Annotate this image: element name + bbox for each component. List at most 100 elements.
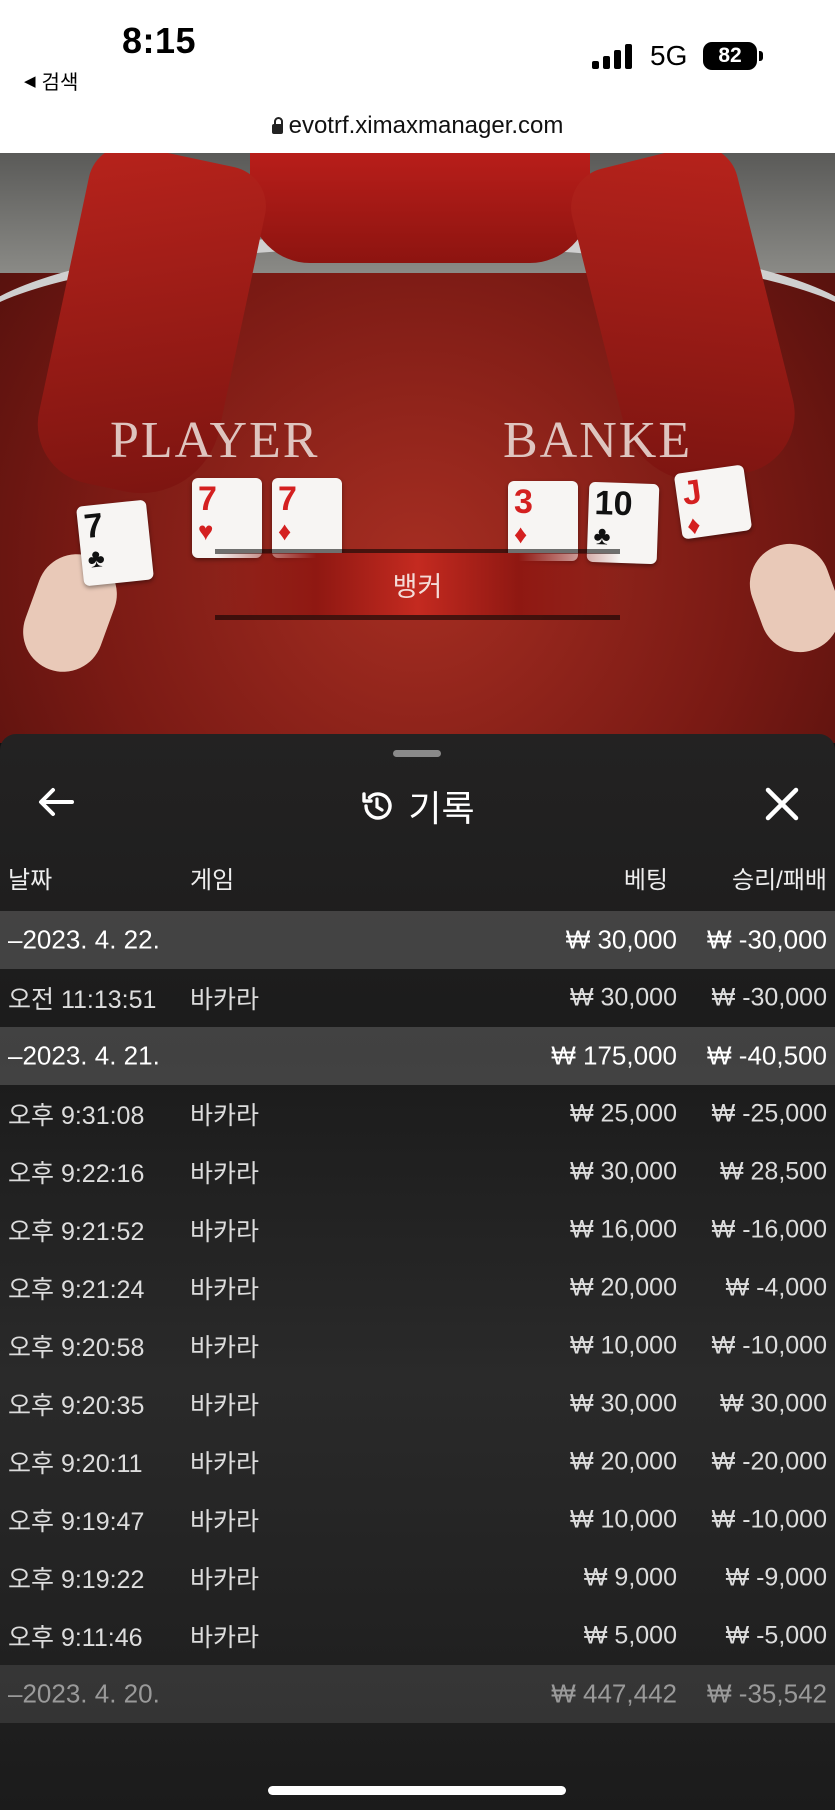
history-date-group-row[interactable]: –2023. 4. 20. ₩ 447,442 ₩ -35,542 xyxy=(0,1665,835,1723)
signal-icon xyxy=(592,43,636,69)
row-time: 오후 9:20:11 xyxy=(8,1450,143,1478)
row-winloss: ₩ -9,000 xyxy=(725,1563,827,1592)
column-game: 게임 xyxy=(190,867,235,894)
url-text: evotrf.ximaxmanager.com xyxy=(288,112,564,139)
row-game: 바카라 xyxy=(190,1334,260,1362)
battery-tip xyxy=(759,51,763,61)
row-bet: ₩ 9,000 xyxy=(583,1563,677,1592)
round-result-banner: 뱅커 xyxy=(215,553,620,615)
row-winloss: ₩ -25,000 xyxy=(711,1099,827,1128)
banker-card-3: J ♦ xyxy=(673,464,753,541)
history-date-group-row[interactable]: –2023. 4. 21. ₩ 175,000 ₩ -40,500 xyxy=(0,1027,835,1085)
row-bet: ₩ 30,000 xyxy=(565,924,677,955)
close-icon[interactable] xyxy=(765,778,799,832)
row-winloss: ₩ -10,000 xyxy=(711,1505,827,1534)
row-time: 오후 9:19:47 xyxy=(8,1508,145,1536)
diamond-icon: ♦ xyxy=(684,509,703,541)
row-time: 오후 9:31:08 xyxy=(8,1102,145,1130)
battery-level: 82 xyxy=(718,44,742,67)
column-date: 날짜 xyxy=(8,867,53,894)
row-winloss: ₩ -16,000 xyxy=(711,1215,827,1244)
history-row: 오후 9:20:11 바카라 ₩ 20,000 ₩ -20,000 xyxy=(0,1433,835,1491)
history-row: 오후 9:22:16 바카라 ₩ 30,000 ₩ 28,500 xyxy=(0,1143,835,1201)
player-table-label: PLAYER xyxy=(110,412,320,469)
column-winloss: 승리/패배 xyxy=(732,867,827,894)
group-date: –2023. 4. 21. xyxy=(8,1040,160,1071)
row-winloss: ₩ -20,000 xyxy=(711,1447,827,1476)
row-game: 바카라 xyxy=(190,1160,260,1188)
card-rank: 3 xyxy=(514,483,533,521)
history-row: 오후 9:19:47 바카라 ₩ 10,000 ₩ -10,000 xyxy=(0,1491,835,1549)
history-row: 오후 9:20:35 바카라 ₩ 30,000 ₩ 30,000 xyxy=(0,1375,835,1433)
row-game: 바카라 xyxy=(190,986,260,1014)
row-game: 바카라 xyxy=(190,1102,260,1130)
live-game-video: PLAYER BANKE 7 ♣ 7 ♥ 7 ♦ 3 ♦ 10 ♣ J ♦ 뱅커 xyxy=(0,153,835,743)
history-row: 오후 9:20:58 바카라 ₩ 10,000 ₩ -10,000 xyxy=(0,1317,835,1375)
row-winloss: ₩ -35,542 xyxy=(707,1678,827,1709)
row-winloss: ₩ -30,000 xyxy=(707,924,827,955)
club-icon: ♣ xyxy=(85,542,107,574)
row-time: 오후 9:19:22 xyxy=(8,1566,145,1594)
back-to-search-label: 검색 xyxy=(41,72,79,94)
diamond-icon: ♦ xyxy=(278,516,292,546)
row-winloss: ₩ -30,000 xyxy=(711,983,827,1012)
row-time: 오후 9:22:16 xyxy=(8,1160,145,1188)
history-row: 오후 9:31:08 바카라 ₩ 25,000 ₩ -25,000 xyxy=(0,1085,835,1143)
row-bet: ₩ 30,000 xyxy=(569,983,677,1012)
history-row: 오후 9:21:24 바카라 ₩ 20,000 ₩ -4,000 xyxy=(0,1259,835,1317)
row-bet: ₩ 20,000 xyxy=(569,1273,677,1302)
row-winloss: ₩ 30,000 xyxy=(719,1389,827,1418)
row-bet: ₩ 175,000 xyxy=(551,1040,677,1071)
result-bar-bottom-line xyxy=(215,615,620,620)
row-game: 바카라 xyxy=(190,1566,260,1594)
row-bet: ₩ 5,000 xyxy=(583,1621,677,1650)
row-winloss: ₩ -4,000 xyxy=(725,1273,827,1302)
diamond-icon: ♦ xyxy=(514,519,528,549)
card-rank: 10 xyxy=(594,484,634,524)
row-winloss: ₩ -40,500 xyxy=(707,1040,827,1071)
address-bar[interactable]: evotrf.ximaxmanager.com xyxy=(0,112,835,140)
history-title-text: 기록 xyxy=(408,788,475,829)
status-bar: 8:15 ◀ 검색 5G 82 evotrf.ximaxmanager.com xyxy=(0,0,835,153)
row-game: 바카라 xyxy=(190,1392,260,1420)
status-time: 8:15 xyxy=(122,20,197,61)
group-date: –2023. 4. 22. xyxy=(8,924,160,955)
history-date-group-row[interactable]: –2023. 4. 22. ₩ 30,000 ₩ -30,000 xyxy=(0,911,835,969)
player-card-2: 7 ♥ xyxy=(192,478,262,558)
dealer-figure xyxy=(250,153,590,263)
row-time: 오전 11:13:51 xyxy=(8,986,157,1014)
row-time: 오후 9:20:58 xyxy=(8,1334,145,1362)
row-winloss: ₩ -5,000 xyxy=(725,1621,827,1650)
column-bet: 베팅 xyxy=(623,867,668,894)
network-type: 5G xyxy=(650,40,688,71)
history-row: 오전 11:13:51 바카라 ₩ 30,000 ₩ -30,000 xyxy=(0,969,835,1027)
history-column-headers: 날짜 게임 베팅 승리/패배 xyxy=(0,860,835,900)
row-time: 오후 9:11:46 xyxy=(8,1624,143,1652)
banker-table-label: BANKE xyxy=(503,412,693,469)
card-rank: J xyxy=(679,472,704,513)
card-rank: 7 xyxy=(82,506,105,547)
player-card-1: 7 ♣ xyxy=(76,499,154,587)
lock-icon xyxy=(271,117,283,134)
player-card-3: 7 ♦ xyxy=(272,478,342,558)
sheet-drag-handle[interactable] xyxy=(393,750,441,757)
row-game: 바카라 xyxy=(190,1624,260,1652)
history-title: 기록 xyxy=(0,780,835,832)
club-icon: ♣ xyxy=(593,519,612,551)
back-to-search-link[interactable]: ◀ 검색 xyxy=(24,66,78,95)
home-indicator[interactable] xyxy=(268,1786,566,1795)
history-header: 기록 xyxy=(0,764,835,844)
row-bet: ₩ 30,000 xyxy=(569,1389,677,1418)
row-winloss: ₩ 28,500 xyxy=(719,1157,827,1186)
row-winloss: ₩ -10,000 xyxy=(711,1331,827,1360)
row-bet: ₩ 447,442 xyxy=(551,1678,677,1709)
back-triangle-icon: ◀ xyxy=(24,72,36,90)
row-bet: ₩ 25,000 xyxy=(569,1099,677,1128)
dealer-right-hand xyxy=(738,532,835,664)
group-date: –2023. 4. 20. xyxy=(8,1678,160,1709)
row-game: 바카라 xyxy=(190,1450,260,1478)
history-clock-icon xyxy=(362,792,393,820)
row-bet: ₩ 10,000 xyxy=(569,1505,677,1534)
row-game: 바카라 xyxy=(190,1508,260,1536)
row-bet: ₩ 10,000 xyxy=(569,1331,677,1360)
